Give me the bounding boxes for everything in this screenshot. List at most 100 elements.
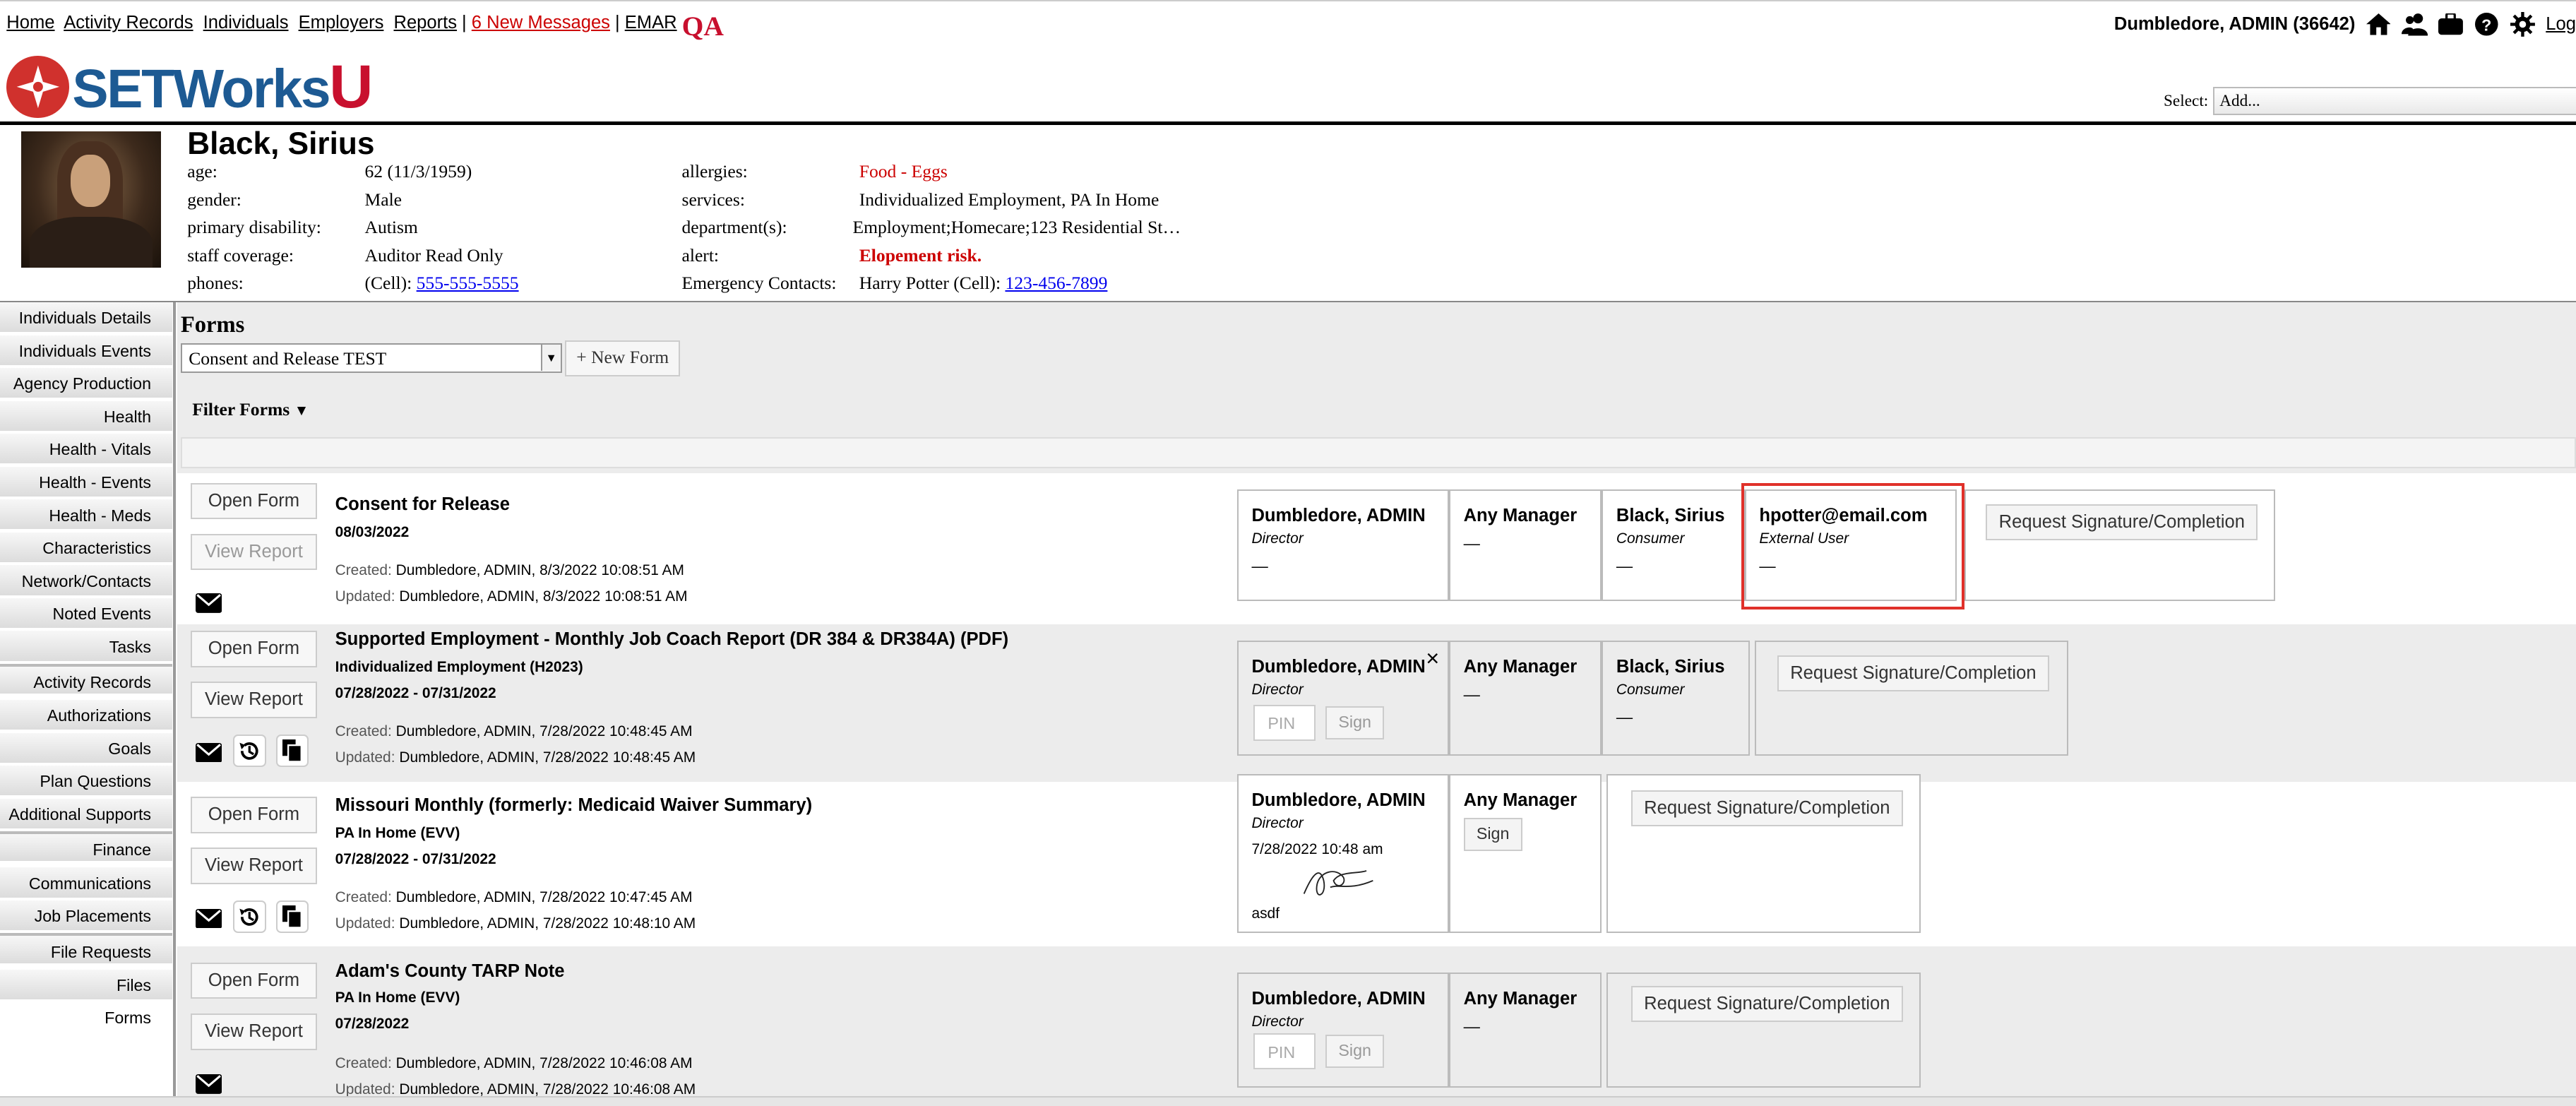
signer-status: — <box>1463 1016 1480 1035</box>
nav-activity-records[interactable]: Activity Records <box>64 13 193 32</box>
form-row: Open Form View Report Consent for Releas… <box>177 473 2576 625</box>
filter-forms-toggle[interactable]: Filter Forms ▼ <box>192 399 309 420</box>
sidebar-item-noted-events[interactable]: Noted Events <box>0 597 173 630</box>
signer-card: Any Manager Sign <box>1448 773 1602 934</box>
copy-icon[interactable] <box>275 734 309 768</box>
sidebar-item-files[interactable]: Files <box>0 969 173 1001</box>
open-form-button[interactable]: Open Form <box>190 631 317 667</box>
help-icon[interactable]: ? <box>2474 11 2500 37</box>
form-updated: Updated: Dumbledore, ADMIN, 8/3/2022 10:… <box>335 588 688 605</box>
sidebar-item-communications[interactable]: Communications <box>0 867 173 899</box>
sidebar-item-forms[interactable]: Forms <box>0 1002 173 1034</box>
sidebar-item-authorizations[interactable]: Authorizations <box>0 700 173 732</box>
sidebar-item-health-events[interactable]: Health - Events <box>0 466 173 498</box>
view-report-button[interactable]: View Report <box>190 1013 317 1050</box>
emergency-value: Harry Potter (Cell): 123-456-7899 <box>859 273 1108 294</box>
logout-link[interactable]: Log <box>2546 14 2576 35</box>
sidebar-item-health-vitals[interactable]: Health - Vitals <box>0 434 173 465</box>
request-signature-button[interactable]: Request Signature/Completion <box>1630 985 1903 1022</box>
view-report-button[interactable]: View Report <box>190 848 317 884</box>
sidebar-item-finance[interactable]: Finance <box>0 831 173 863</box>
nav-messages[interactable]: 6 New Messages <box>472 13 610 32</box>
pin-input[interactable]: PIN <box>1253 1033 1316 1070</box>
sidebar-item-file-requests[interactable]: File Requests <box>0 933 173 965</box>
home-icon[interactable] <box>2365 11 2391 37</box>
nav-emar[interactable]: EMAR <box>625 13 677 32</box>
form-created: Created: Dumbledore, ADMIN, 7/28/2022 10… <box>335 888 693 905</box>
signer-role: Director <box>1251 530 1304 547</box>
nav-reports[interactable]: Reports <box>393 13 457 32</box>
copy-icon[interactable] <box>275 900 309 934</box>
nav-home[interactable]: Home <box>6 13 54 32</box>
horizontal-scrollbar[interactable] <box>0 1095 2576 1106</box>
sidebar-item-job-placements[interactable]: Job Placements <box>0 900 173 932</box>
sign-button[interactable]: Sign <box>1463 818 1522 851</box>
nav-individuals[interactable]: Individuals <box>203 13 289 32</box>
signed-note: asdf <box>1251 905 1280 922</box>
signature-image <box>1301 861 1376 908</box>
sidebar-item-individuals-details[interactable]: Individuals Details <box>0 302 173 334</box>
history-icon[interactable] <box>233 900 266 934</box>
close-icon[interactable]: × <box>1426 646 1439 672</box>
users-icon[interactable] <box>2401 11 2428 37</box>
form-updated: Updated: Dumbledore, ADMIN, 7/28/2022 10… <box>335 915 696 932</box>
sidebar-item-tasks[interactable]: Tasks <box>0 631 173 662</box>
pin-input[interactable]: PIN <box>1253 704 1316 741</box>
sign-button[interactable]: Sign <box>1325 706 1385 739</box>
signer-name: Dumbledore, ADMIN <box>1251 790 1426 810</box>
emergency-phone-link[interactable]: 123-456-7899 <box>1005 273 1107 293</box>
request-signature-button[interactable]: Request Signature/Completion <box>1777 655 2049 692</box>
sidebar-item-network-contacts[interactable]: Network/Contacts <box>0 565 173 597</box>
alert-value: Elopement risk. <box>859 244 982 266</box>
select-dropdown[interactable]: Add... <box>2213 87 2576 115</box>
sidebar-item-additional-supports[interactable]: Additional Supports <box>0 798 173 830</box>
signer-name: Dumbledore, ADMIN <box>1251 506 1426 526</box>
form-date: 07/28/2022 <box>335 1015 410 1032</box>
view-report-button[interactable]: View Report <box>190 682 317 718</box>
new-form-button[interactable]: + New Form <box>565 340 681 376</box>
briefcase-icon[interactable] <box>2438 11 2464 37</box>
request-card: Request Signature/Completion <box>1964 489 2276 602</box>
highlight-box <box>1741 482 1965 610</box>
request-signature-button[interactable]: Request Signature/Completion <box>1630 790 1903 826</box>
view-report-button[interactable]: View Report <box>190 534 317 571</box>
form-created: Created: Dumbledore, ADMIN, 7/28/2022 10… <box>335 723 693 739</box>
form-service: PA In Home (EVV) <box>335 989 460 1006</box>
open-form-button[interactable]: Open Form <box>190 963 317 999</box>
request-card: Request Signature/Completion <box>1606 973 1921 1088</box>
email-icon[interactable] <box>192 736 225 769</box>
open-form-button[interactable]: Open Form <box>190 797 317 833</box>
sidebar-item-activity-records[interactable]: Activity Records <box>0 663 173 696</box>
form-type-select[interactable]: Consent and Release TEST ▼ <box>180 343 562 374</box>
sidebar-item-health[interactable]: Health <box>0 400 173 432</box>
phone-link[interactable]: 555-555-5555 <box>417 273 519 293</box>
coverage-label: staff coverage: <box>187 244 294 266</box>
history-icon[interactable] <box>233 734 266 768</box>
signer-card: Dumbledore, ADMIN Director — <box>1236 489 1449 602</box>
request-signature-button[interactable]: Request Signature/Completion <box>1986 504 2258 541</box>
sidebar-item-characteristics[interactable]: Characteristics <box>0 532 173 564</box>
sidebar-item-goals[interactable]: Goals <box>0 732 173 764</box>
sidebar-item-plan-questions[interactable]: Plan Questions <box>0 766 173 797</box>
alert-label: alert: <box>681 244 720 266</box>
form-date: 08/03/2022 <box>335 524 410 541</box>
sign-button[interactable]: Sign <box>1325 1035 1385 1068</box>
email-icon[interactable] <box>192 902 225 935</box>
sidebar-item-health-meds[interactable]: Health - Meds <box>0 499 173 531</box>
filter-bar <box>180 436 2576 469</box>
sidebar-item-agency-production[interactable]: Agency Production <box>0 368 173 400</box>
forms-panel: Forms Consent and Release TEST ▼ + New F… <box>177 302 2576 1106</box>
gear-icon[interactable] <box>2510 11 2536 37</box>
form-created: Created: Dumbledore, ADMIN, 8/3/2022 10:… <box>335 561 684 578</box>
brand-wordmark: SETWorksU <box>72 52 373 121</box>
form-title: Consent for Release <box>335 494 510 515</box>
signer-card: Any Manager — <box>1448 489 1602 602</box>
form-title: Supported Employment - Monthly Job Coach… <box>335 629 1009 650</box>
nav-employers[interactable]: Employers <box>299 13 384 32</box>
person-photo <box>21 131 161 268</box>
sidebar-item-individuals-events[interactable]: Individuals Events <box>0 335 173 367</box>
form-service: Individualized Employment (H2023) <box>335 658 583 675</box>
setworks-logo[interactable]: SETWorksU <box>6 52 373 121</box>
open-form-button[interactable]: Open Form <box>190 482 317 520</box>
email-icon[interactable] <box>192 587 225 620</box>
